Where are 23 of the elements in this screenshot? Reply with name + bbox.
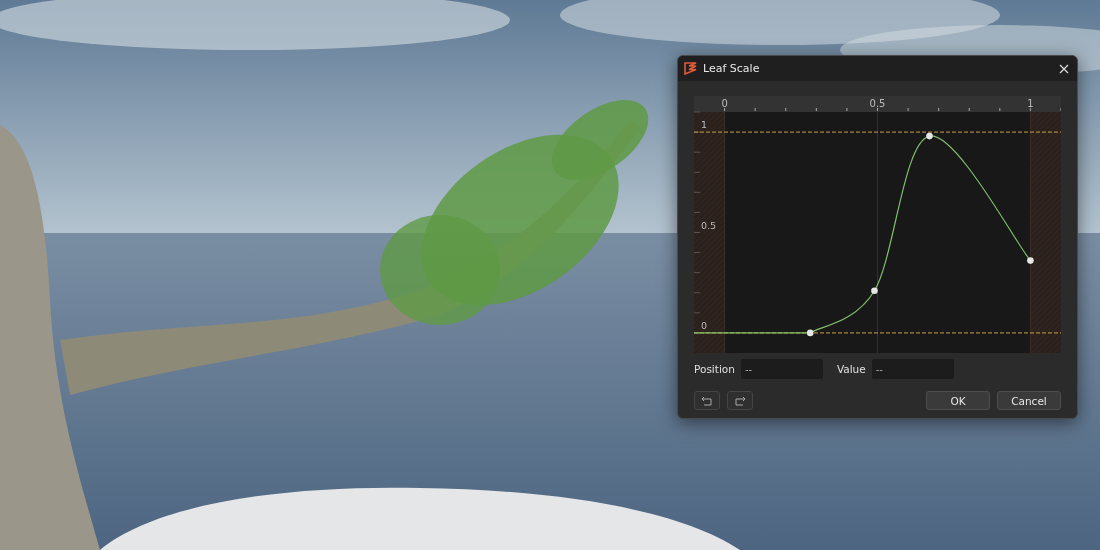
undo-icon [701, 395, 713, 406]
curve-point[interactable] [1027, 257, 1034, 264]
redo-button[interactable] [727, 391, 753, 410]
dialog-button[interactable]: Cancel [997, 391, 1061, 410]
redo-icon [734, 395, 746, 406]
dialog-button[interactable]: OK [926, 391, 990, 410]
dialog-title: Leaf Scale [703, 62, 761, 75]
curve-point[interactable] [806, 329, 814, 337]
field-label: Position [694, 363, 735, 375]
x-tick-label: 1 [1027, 98, 1034, 109]
app-logo-icon [684, 62, 697, 75]
y-tick-label: 0 [701, 319, 708, 331]
close-icon [1059, 63, 1069, 74]
undo-button[interactable] [694, 391, 720, 410]
input-field[interactable]: -- [871, 359, 954, 379]
curve-point[interactable] [871, 287, 878, 295]
curve-point[interactable] [926, 132, 933, 140]
input-field[interactable]: -- [740, 359, 823, 379]
y-tick-label: 0.5 [701, 219, 717, 231]
y-tick-label: 1 [701, 119, 708, 131]
x-tick-label: 0 [721, 98, 728, 109]
field-label: Value [836, 363, 866, 375]
x-tick-label: 0.5 [869, 98, 886, 109]
